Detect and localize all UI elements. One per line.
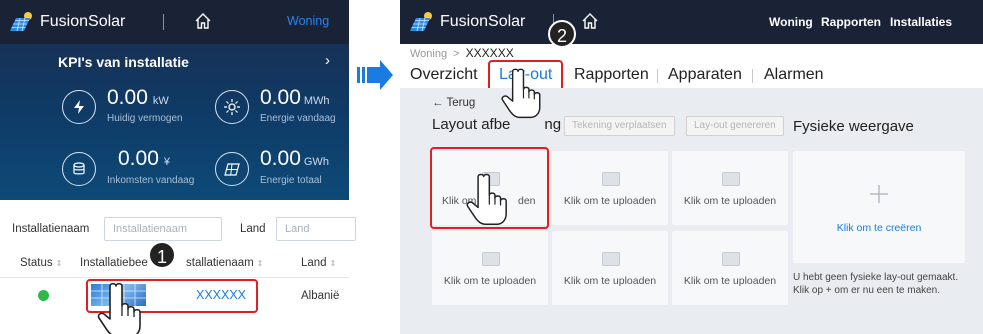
image-placeholder-icon	[722, 252, 740, 266]
step-badge-1: 1	[148, 241, 176, 269]
step-badge-2: 2	[548, 20, 576, 48]
app-title: FusionSolar	[440, 13, 526, 30]
pointing-hand-icon	[96, 282, 158, 334]
kpi-energy-total-label: Energie totaal	[260, 175, 322, 186]
create-layout-tile[interactable]: Klik om te creëren	[793, 151, 965, 263]
breadcrumb-root[interactable]: Woning	[410, 48, 447, 60]
nav-rapporten[interactable]: Rapporten	[821, 15, 881, 29]
chevron-right-icon[interactable]: ›	[325, 52, 330, 69]
upload-tile[interactable]: Klik om te uploaden	[552, 151, 668, 225]
image-placeholder-icon	[602, 252, 620, 266]
home-icon[interactable]	[193, 11, 213, 31]
country-label: Land	[240, 223, 266, 235]
upload-tile[interactable]: Klik om te uploaden	[672, 151, 788, 225]
back-arrow-icon: ←	[432, 97, 444, 109]
column-country[interactable]: Land ⇕	[301, 257, 336, 269]
kpi-energy-total: 0.00 GWh	[260, 147, 329, 170]
nav-woning[interactable]: Woning	[287, 14, 329, 28]
left-screen: FusionSolar Woning KPI's van installatie…	[0, 0, 356, 334]
breadcrumb-current: XXXXXX	[465, 46, 514, 60]
table-divider	[0, 277, 349, 278]
tab-separator	[657, 69, 658, 83]
nav-installaties[interactable]: Installaties	[890, 15, 952, 29]
kpi-title: KPI's van installatie	[58, 54, 189, 70]
move-drawing-button[interactable]: Tekening verplaatsen	[564, 116, 675, 136]
fusionsolar-logo-icon	[8, 11, 34, 33]
upload-tile[interactable]: Klik om te uploaden	[672, 231, 788, 305]
image-placeholder-icon	[722, 172, 740, 186]
right-screen: FusionSolar Woning Rapporten Installatie…	[400, 0, 983, 334]
installation-country: Albanië	[301, 290, 340, 302]
create-layout-link[interactable]: Klik om te creëren	[793, 222, 965, 234]
status-online-dot	[38, 290, 49, 301]
kpi-current-power-label: Huidig vermogen	[107, 113, 183, 124]
column-status[interactable]: Status ⇕	[20, 257, 62, 269]
lightning-icon	[62, 90, 96, 124]
image-placeholder-icon	[602, 172, 620, 186]
column-installation-name[interactable]: stallatienaam ⇕	[186, 257, 263, 269]
pointing-hand-icon	[465, 170, 523, 228]
upload-tile[interactable]: Klik om te uploaden	[432, 231, 548, 305]
tab-separator	[752, 69, 753, 83]
coins-icon	[62, 152, 96, 186]
home-icon[interactable]	[580, 11, 600, 31]
tab-apparaten[interactable]: Apparaten	[668, 66, 742, 84]
kpi-energy-today-label: Energie vandaag	[260, 113, 336, 124]
empty-layout-hint: Klik op + om er nu een te maken.	[793, 285, 941, 296]
physical-view-title: Fysieke weergave	[793, 118, 914, 135]
upload-tile[interactable]: Klik om te uploaden	[552, 231, 668, 305]
kpi-income-today: 0.00 ¥	[118, 147, 170, 170]
title-divider	[163, 14, 164, 30]
image-placeholder-icon	[482, 252, 500, 266]
solar-panel-icon	[215, 152, 249, 186]
plus-icon	[869, 184, 889, 204]
kpi-energy-today: 0.00 MWh	[260, 86, 330, 109]
installation-name-label: Installatienaam	[12, 223, 90, 235]
generate-layout-button[interactable]: Lay-out genereren	[686, 116, 784, 136]
column-installation-image[interactable]: Installatiebee	[80, 257, 148, 269]
tab-alarmen[interactable]: Alarmen	[764, 66, 824, 84]
app-title: FusionSolar	[40, 13, 126, 30]
country-input[interactable]: Land	[276, 217, 356, 241]
back-link[interactable]: ← Terug	[432, 97, 475, 109]
tab-rapporten[interactable]: Rapporten	[574, 66, 649, 84]
kpi-current-power: 0.00 kW	[107, 86, 169, 109]
installation-name-input[interactable]: Installatienaam	[104, 217, 222, 241]
tab-overzicht[interactable]: Overzicht	[410, 66, 478, 84]
kpi-income-today-label: Inkomsten vandaag	[107, 175, 195, 186]
breadcrumb: Woning > XXXXXX	[410, 46, 514, 60]
fusionsolar-logo-icon	[408, 11, 434, 33]
solar-energy-icon	[215, 90, 249, 124]
flow-arrow-icon	[356, 60, 394, 90]
pointing-hand-icon	[500, 64, 556, 122]
nav-woning[interactable]: Woning	[769, 15, 813, 29]
empty-layout-note: U hebt geen fysieke lay-out gemaakt.	[793, 272, 959, 283]
